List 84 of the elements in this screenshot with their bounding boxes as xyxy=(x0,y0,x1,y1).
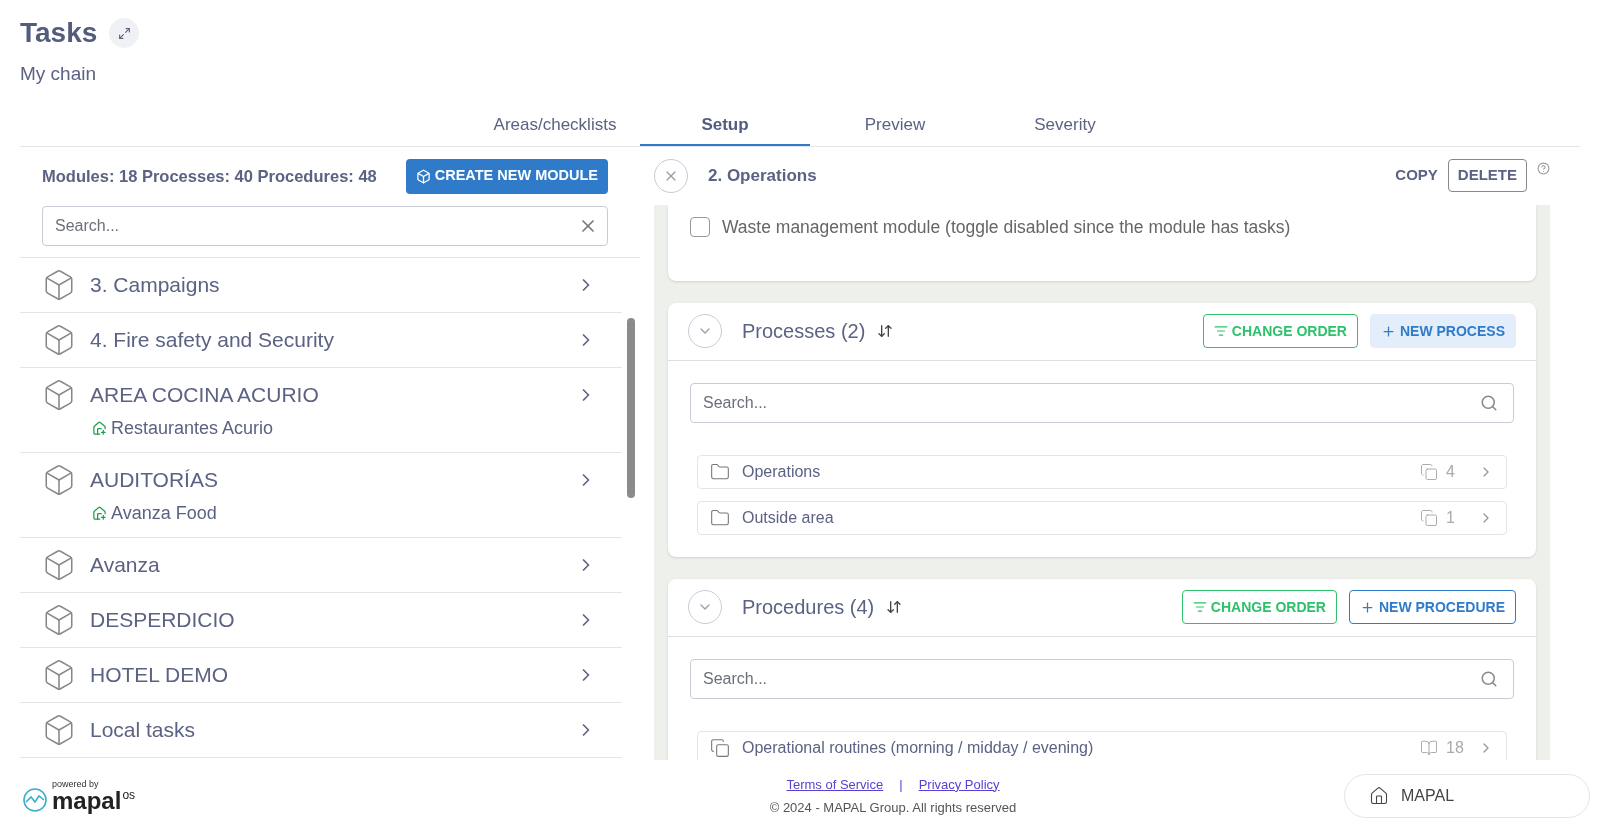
help-icon[interactable] xyxy=(1537,162,1550,175)
expand-icon xyxy=(117,26,131,40)
tab[interactable]: Preview xyxy=(810,106,980,146)
checkbox-label: Waste management module (toggle disabled since the module has tasks) xyxy=(722,215,1291,239)
search-field[interactable]: Search... xyxy=(690,382,1514,423)
terms-link[interactable]: Terms of Service xyxy=(786,774,884,794)
box-icon xyxy=(42,462,76,497)
module-item[interactable]: AREA COCINA ACURIO Restaurantes Acurio xyxy=(20,367,622,453)
module-name: DESPERDICIO xyxy=(90,606,235,633)
copyright-text: © 2024 - MAPAL Group. All rights reserved xyxy=(769,799,1017,817)
link-separator: | xyxy=(899,775,903,794)
tab[interactable]: Areas/checklists xyxy=(470,106,640,146)
create-module-button[interactable]: CREATE NEW MODULE xyxy=(405,158,608,194)
checkbox[interactable] xyxy=(690,216,710,237)
stack-icon xyxy=(1420,462,1438,481)
module-name: 3. Campaigns xyxy=(90,271,220,298)
row-count: 1 xyxy=(1446,507,1456,528)
tab[interactable]: Setup xyxy=(640,106,810,146)
row-name: Outside area xyxy=(742,507,834,528)
expand-button[interactable] xyxy=(109,18,140,48)
section-title: Processes (2) xyxy=(742,319,866,344)
search-field[interactable]: Search... xyxy=(690,658,1514,699)
sort-icon[interactable] xyxy=(886,599,903,615)
module-item[interactable]: DESPERDICIO xyxy=(20,592,622,648)
plus-icon xyxy=(1360,599,1375,615)
new-button[interactable]: NEW PROCEDURE xyxy=(1349,590,1516,624)
module-name: HOTEL DEMO xyxy=(90,661,229,688)
module-name: AUDITORÍAS xyxy=(90,466,218,493)
plus-icon xyxy=(1381,323,1396,339)
buildings-icon xyxy=(92,506,107,521)
tab[interactable]: Severity xyxy=(980,106,1150,146)
location-name: Avanza Food xyxy=(111,502,217,525)
book-icon xyxy=(1420,738,1438,757)
wave-icon xyxy=(22,786,48,813)
new-button[interactable]: NEW PROCESS xyxy=(1370,314,1516,348)
module-item[interactable]: HOTEL DEMO xyxy=(20,647,622,703)
search-field[interactable]: Search... xyxy=(42,205,608,246)
logo-suffix: os xyxy=(122,788,136,801)
stack-icon xyxy=(710,737,730,758)
module-name: 4. Fire safety and Security xyxy=(90,326,334,353)
box-icon xyxy=(415,168,431,184)
sort-lines-icon xyxy=(1192,600,1207,614)
logo-text: mapal xyxy=(52,788,122,813)
module-item[interactable]: Local tasks xyxy=(20,702,622,758)
delete-button[interactable]: DELETE xyxy=(1447,159,1527,192)
module-stats: Modules: 18 Processes: 40 Procedures: 48 xyxy=(42,165,377,187)
module-name: Avanza xyxy=(90,551,160,578)
row-count: 4 xyxy=(1446,461,1456,482)
box-icon xyxy=(42,322,76,357)
box-icon xyxy=(42,547,76,582)
copy-button[interactable]: COPY xyxy=(1395,164,1438,187)
folder-icon xyxy=(710,461,730,482)
box-icon xyxy=(42,267,76,302)
folder-icon xyxy=(710,507,730,528)
list-row[interactable]: Operations 4 xyxy=(697,454,1507,489)
module-item[interactable]: 3. Campaigns xyxy=(20,257,622,313)
sort-icon[interactable] xyxy=(877,323,894,339)
module-item[interactable]: Avanza xyxy=(20,537,622,593)
list-row[interactable]: Operational routines (morning / midday / evening) 18 xyxy=(697,730,1507,760)
module-name: AREA COCINA ACURIO xyxy=(90,381,319,408)
sort-lines-icon xyxy=(1213,324,1228,338)
search-icon xyxy=(1480,669,1498,688)
home-icon xyxy=(1369,786,1389,806)
location-name: Restaurantes Acurio xyxy=(111,417,274,440)
row-name: Operations xyxy=(742,461,821,482)
box-icon xyxy=(42,712,76,747)
detail-title: 2. Operations xyxy=(708,164,817,187)
section-title: Procedures (4) xyxy=(742,595,875,620)
buildings-icon xyxy=(92,421,107,436)
row-name: Operational routines (morning / midday / evening) xyxy=(742,737,1094,758)
row-count: 18 xyxy=(1446,737,1465,758)
search-icon xyxy=(1480,393,1498,412)
privacy-link[interactable]: Privacy Policy xyxy=(918,774,1000,794)
module-item[interactable]: AUDITORÍAS Avanza Food xyxy=(20,452,622,538)
page-title: Tasks xyxy=(20,16,98,50)
box-icon xyxy=(42,377,76,412)
module-name: Local tasks xyxy=(90,716,196,743)
powered-by-text: powered by xyxy=(52,779,100,789)
list-row[interactable]: Outside area 1 xyxy=(697,500,1507,535)
stack-icon xyxy=(1420,508,1438,527)
page-subtitle: My chain xyxy=(20,62,98,86)
module-item[interactable]: 4. Fire safety and Security xyxy=(20,312,622,368)
box-icon xyxy=(42,657,76,692)
box-icon xyxy=(42,602,76,637)
